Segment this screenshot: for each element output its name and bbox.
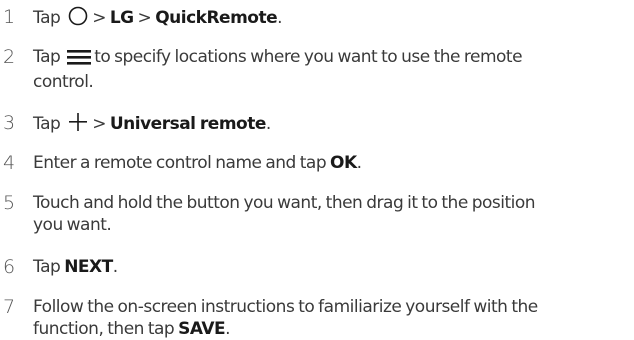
step-text: Follow the on-screen instructions to fam… [33,297,538,339]
next-label: NEXT [64,257,113,277]
lg-label: LG [109,8,134,28]
instruction-steps: 1 Tap > LG > QuickRemote. 2 Tap to speci… [0,0,634,339]
ok-label: OK [330,153,357,173]
step-number: 6 [3,256,15,278]
step-number: 3 [3,112,15,134]
menu-lines-icon [67,49,92,71]
step-text: Enter a remote control name and tap OK. [33,153,362,173]
universal-remote-label: Universal remote [109,114,267,134]
quickremote-label: QuickRemote [155,8,278,28]
step-text: Tap NEXT. [33,257,118,277]
step-text: Touch and hold the button you want, then… [33,193,536,235]
step-number: 5 [3,192,15,214]
step-text: Tap > LG > QuickRemote. [33,6,633,32]
step-number: 1 [3,6,15,28]
home-circle-icon [67,6,89,32]
step-number: 4 [3,152,15,174]
step-number: 7 [3,296,15,318]
save-label: SAVE [178,319,226,339]
step-text: Tap > Universal remote. [33,112,633,138]
step-number: 2 [3,46,15,68]
step-text: Tap to specify locations where you want … [33,47,523,92]
plus-icon [67,112,89,138]
